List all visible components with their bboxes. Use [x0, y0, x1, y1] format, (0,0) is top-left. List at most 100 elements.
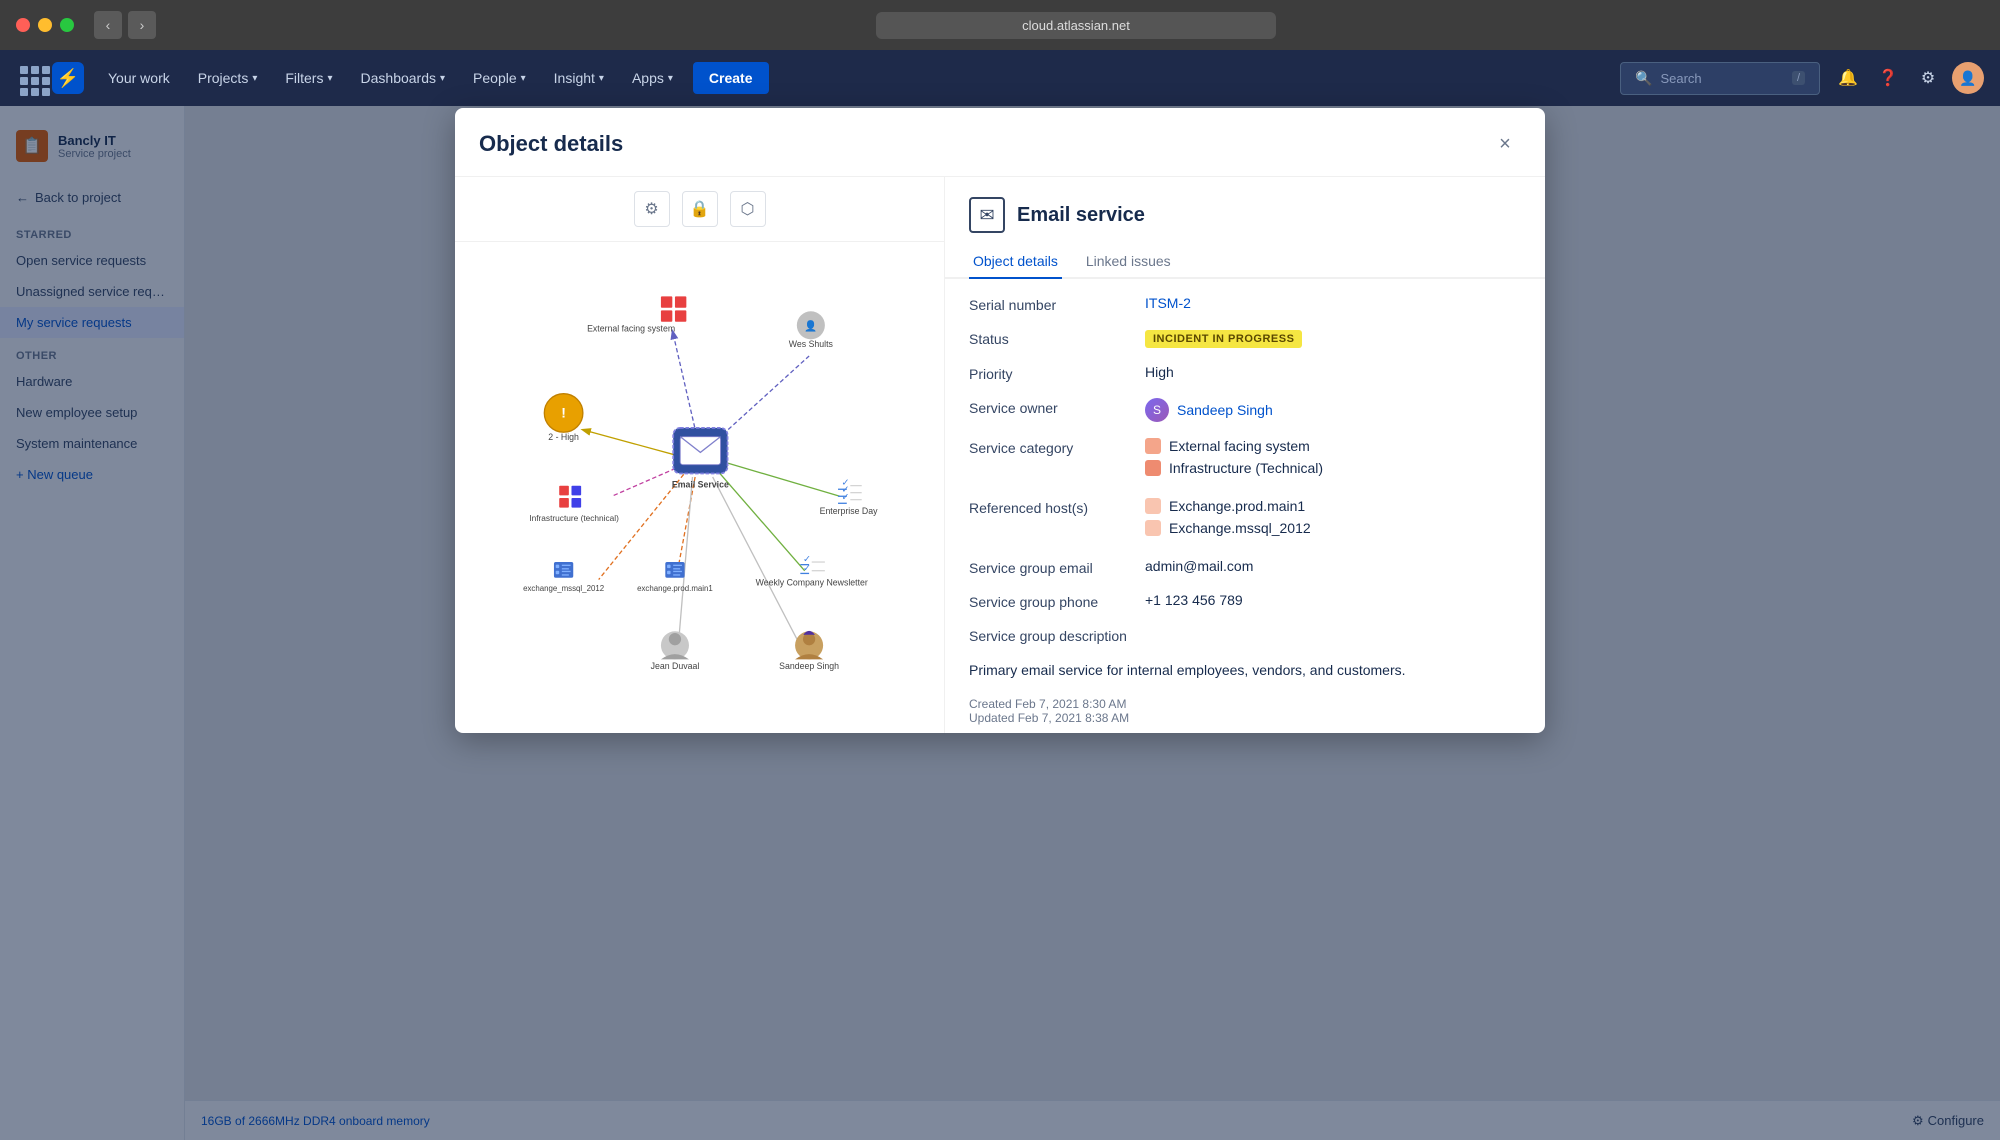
service-group-phone-label: Service group phone [969, 592, 1129, 610]
chevron-down-icon: ▾ [599, 73, 604, 84]
nav-filters[interactable]: Filters ▾ [273, 62, 344, 94]
service-group-email-label: Service group email [969, 558, 1129, 576]
tab-linked-issues[interactable]: Linked issues [1082, 245, 1175, 279]
status-badge: INCIDENT IN PROGRESS [1145, 330, 1302, 348]
svg-text:!: ! [561, 404, 566, 420]
title-bar: ‹ › cloud.atlassian.net [0, 0, 2000, 50]
description-text: Primary email service for internal emplo… [969, 660, 1521, 681]
svg-text:Infrastructure (technical): Infrastructure (technical) [529, 513, 619, 523]
category-name-1[interactable]: External facing system [1169, 438, 1310, 454]
detail-tabs: Object details Linked issues [945, 245, 1545, 279]
settings-button[interactable]: ⚙ [1912, 62, 1944, 94]
category-dot-1 [1145, 438, 1161, 454]
status-value: INCIDENT IN PROGRESS [1145, 329, 1521, 348]
serial-number-value[interactable]: ITSM-2 [1145, 295, 1521, 311]
service-owner-value: S Sandeep Singh [1145, 398, 1521, 422]
search-bar[interactable]: 🔍 Search / [1620, 62, 1820, 95]
create-button[interactable]: Create [693, 62, 769, 94]
nav-your-work[interactable]: Your work [96, 62, 182, 94]
graph-svg: External facing system 👤 Wes Shults ! 2 … [455, 242, 944, 733]
app-switcher-button[interactable] [16, 62, 48, 94]
nav-apps[interactable]: Apps ▾ [620, 62, 685, 94]
back-button[interactable]: ‹ [94, 11, 122, 39]
chevron-down-icon: ▾ [668, 73, 673, 84]
field-service-group-phone: Service group phone +1 123 456 789 [969, 592, 1521, 610]
brand-icon[interactable]: ⚡ [52, 62, 84, 94]
category-item-2: Infrastructure (Technical) [1145, 460, 1521, 476]
search-icon: 🔍 [1635, 70, 1652, 87]
footer-text: Created Feb 7, 2021 8:30 AM Updated Feb … [945, 697, 1545, 733]
graph-canvas: External facing system 👤 Wes Shults ! 2 … [455, 242, 944, 733]
url-bar[interactable]: cloud.atlassian.net [876, 12, 1276, 39]
chevron-down-icon: ▾ [327, 73, 332, 84]
chevron-down-icon: ▾ [440, 73, 445, 84]
top-nav: ⚡ Your work Projects ▾ Filters ▾ Dashboa… [0, 50, 2000, 106]
field-service-category: Service category External facing system … [969, 438, 1521, 482]
host-name-1[interactable]: Exchange.prod.main1 [1169, 498, 1305, 514]
chevron-down-icon: ▾ [252, 73, 257, 84]
nav-projects[interactable]: Projects ▾ [186, 62, 270, 94]
service-category-values: External facing system Infrastructure (T… [1145, 438, 1521, 482]
svg-text:2 - High: 2 - High [548, 432, 579, 442]
field-referenced-hosts: Referenced host(s) Exchange.prod.main1 E… [969, 498, 1521, 542]
forward-button[interactable]: › [128, 11, 156, 39]
host-item-1: Exchange.prod.main1 [1145, 498, 1521, 514]
close-traffic-light[interactable] [16, 18, 30, 32]
help-button[interactable]: ❓ [1872, 62, 1904, 94]
object-details-modal: Object details × ⚙ 🔒 ⬡ [455, 108, 1545, 733]
user-avatar[interactable]: 👤 [1952, 62, 1984, 94]
nav-dashboards[interactable]: Dashboards ▾ [349, 62, 458, 94]
svg-text:exchange_mssql_2012: exchange_mssql_2012 [523, 584, 604, 593]
host-dot-1 [1145, 498, 1161, 514]
modal-close-button[interactable]: × [1489, 128, 1521, 160]
svg-text:Sandeep Singh: Sandeep Singh [779, 661, 839, 671]
service-owner-container: S Sandeep Singh [1145, 398, 1521, 422]
tab-object-details[interactable]: Object details [969, 245, 1062, 279]
svg-text:Weekly Company Newsletter: Weekly Company Newsletter [756, 578, 868, 588]
priority-label: Priority [969, 364, 1129, 382]
svg-text:Jean Duvaal: Jean Duvaal [651, 661, 700, 671]
graph-panel: ⚙ 🔒 ⬡ [455, 177, 945, 733]
detail-header: ✉ Email service [945, 177, 1545, 233]
modal-header: Object details × [455, 108, 1545, 177]
svg-text:Email Service: Email Service [672, 480, 729, 490]
category-item-1: External facing system [1145, 438, 1521, 454]
svg-text:Wes Shults: Wes Shults [789, 339, 834, 349]
graph-settings-button[interactable]: ⚙ [634, 191, 670, 227]
svg-text:👤: 👤 [804, 320, 817, 333]
service-group-phone-value: +1 123 456 789 [1145, 592, 1521, 608]
field-service-group-email: Service group email admin@mail.com [969, 558, 1521, 576]
category-name-2[interactable]: Infrastructure (Technical) [1169, 460, 1323, 476]
traffic-lights [16, 18, 74, 32]
nav-insight[interactable]: Insight ▾ [542, 62, 616, 94]
host-item-2: Exchange.mssql_2012 [1145, 520, 1521, 536]
nav-people[interactable]: People ▾ [461, 62, 538, 94]
service-group-desc-label: Service group description [969, 626, 1129, 644]
minimize-traffic-light[interactable] [38, 18, 52, 32]
host-name-2[interactable]: Exchange.mssql_2012 [1169, 520, 1311, 536]
referenced-hosts-label: Referenced host(s) [969, 498, 1129, 516]
object-title: Email service [1017, 204, 1145, 227]
field-service-owner: Service owner S Sandeep Singh [969, 398, 1521, 422]
service-owner-label: Service owner [969, 398, 1129, 416]
owner-name[interactable]: Sandeep Singh [1177, 402, 1521, 418]
svg-text:External facing system: External facing system [587, 323, 675, 333]
service-category-label: Service category [969, 438, 1129, 456]
updated-text: Updated Feb 7, 2021 8:38 AM [969, 711, 1521, 725]
field-priority: Priority High [969, 364, 1521, 382]
maximize-traffic-light[interactable] [60, 18, 74, 32]
notifications-button[interactable]: 🔔 [1832, 62, 1864, 94]
search-shortcut: / [1792, 71, 1805, 85]
detail-panel: ✉ Email service Object details Linked is… [945, 177, 1545, 733]
nav-arrows: ‹ › [94, 11, 156, 39]
graph-export-button[interactable]: ⬡ [730, 191, 766, 227]
graph-toolbar: ⚙ 🔒 ⬡ [455, 177, 944, 242]
svg-text:✓: ✓ [842, 492, 850, 503]
field-serial-number: Serial number ITSM-2 [969, 295, 1521, 313]
service-group-email-value: admin@mail.com [1145, 558, 1521, 574]
field-service-group-desc: Service group description [969, 626, 1521, 644]
graph-lock-button[interactable]: 🔒 [682, 191, 718, 227]
detail-fields: Serial number ITSM-2 Status INCIDENT IN … [945, 279, 1545, 697]
serial-number-label: Serial number [969, 295, 1129, 313]
owner-avatar: S [1145, 398, 1169, 422]
